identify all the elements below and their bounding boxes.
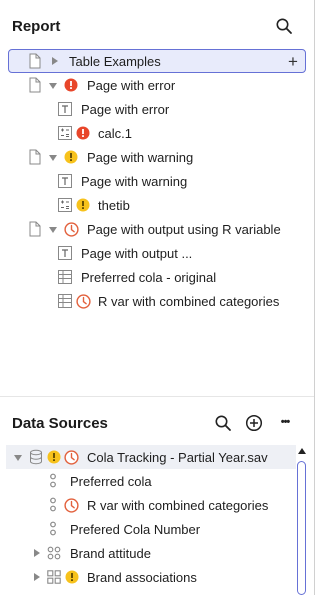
panel-right-border	[314, 0, 315, 595]
nominal-variable-icon	[49, 521, 57, 537]
tree-item-label: calc.1	[98, 125, 132, 141]
r-variable-clock-icon	[64, 498, 79, 513]
tree-item-label: thetib	[98, 197, 130, 213]
tree-item-label: Brand associations	[87, 569, 197, 585]
error-icon	[76, 126, 90, 140]
report-title: Report	[12, 17, 61, 35]
tree-item-label: Prefered Cola Number	[70, 521, 201, 537]
add-data-source-icon[interactable]	[243, 412, 265, 434]
tree-item-table[interactable]: Preferred cola - original	[0, 265, 315, 289]
tree-item-label: Table Examples	[69, 53, 161, 69]
variable-prefered-cola-number[interactable]: Prefered Cola Number	[0, 517, 315, 541]
tree-item-label: Page with warning	[81, 173, 188, 189]
calculation-icon	[58, 126, 72, 140]
tree-item-label: R var with combined categories	[98, 293, 280, 309]
tree-item-label: Brand attitude	[70, 545, 151, 561]
calculation-icon	[58, 198, 72, 212]
nominal-variable-icon	[49, 473, 57, 489]
r-variable-clock-icon	[64, 450, 79, 465]
search-icon[interactable]	[273, 15, 295, 37]
warning-icon	[76, 198, 90, 212]
more-options-icon[interactable]: •••	[274, 411, 296, 433]
page-icon	[28, 149, 42, 165]
collapse-arrow-icon[interactable]	[48, 82, 58, 90]
collapse-arrow-icon[interactable]	[48, 226, 58, 234]
table-icon	[58, 270, 72, 284]
tree-item-text[interactable]: Page with error	[0, 97, 315, 121]
tree-item-table-examples[interactable]: Table Examples +	[0, 49, 315, 73]
warning-icon	[65, 570, 79, 584]
tree-item-page-with-error[interactable]: Page with error	[0, 73, 315, 97]
error-icon	[64, 78, 78, 92]
tree-item-calc[interactable]: calc.1	[0, 121, 315, 145]
variable-r-var-combined[interactable]: R var with combined categories	[0, 493, 315, 517]
collapse-arrow-icon[interactable]	[13, 454, 23, 462]
tree-item-label: Page with output ...	[81, 245, 193, 261]
text-box-icon	[58, 102, 72, 116]
tree-item-label: Cola Tracking - Partial Year.sav	[87, 449, 268, 465]
expand-arrow-icon[interactable]	[51, 56, 59, 66]
tree-item-label: Page with error	[81, 101, 170, 117]
scroll-up-arrow-icon[interactable]	[298, 448, 306, 454]
table-icon	[58, 294, 72, 308]
text-box-icon	[58, 174, 72, 188]
variable-preferred-cola[interactable]: Preferred cola	[0, 469, 315, 493]
tree-item-label: Preferred cola - original	[81, 269, 217, 285]
data-file-cola-tracking[interactable]: Cola Tracking - Partial Year.sav	[0, 445, 315, 469]
page-icon	[28, 221, 42, 237]
page-icon	[28, 53, 42, 69]
warning-icon	[47, 450, 61, 464]
text-box-icon	[58, 246, 72, 260]
vertical-scrollbar-thumb[interactable]	[297, 461, 306, 595]
variable-set-icon	[47, 546, 61, 560]
add-page-button[interactable]: +	[288, 52, 298, 72]
r-variable-clock-icon	[76, 294, 91, 309]
grid-variable-set-icon	[47, 570, 61, 584]
tree-item-page-with-warning[interactable]: Page with warning	[0, 145, 315, 169]
tree-item-label: Page with warning	[87, 149, 194, 165]
tree-item-label: Page with error	[87, 77, 176, 93]
variable-set-brand-attitude[interactable]: Brand attitude	[0, 541, 315, 565]
data-sources-title: Data Sources	[12, 414, 108, 432]
variable-set-brand-associations[interactable]: Brand associations	[0, 565, 315, 589]
panel-divider	[0, 396, 315, 397]
search-icon[interactable]	[212, 412, 234, 434]
tree-item-page-with-output[interactable]: Page with output using R variable	[0, 217, 315, 241]
tree-item-label: Page with output using R variable	[87, 221, 281, 237]
tree-item-thetib[interactable]: thetib	[0, 193, 315, 217]
page-icon	[28, 77, 42, 93]
nominal-variable-icon	[49, 497, 57, 513]
warning-icon	[64, 150, 78, 164]
tree-item-table-r-var[interactable]: R var with combined categories	[0, 289, 315, 313]
collapse-arrow-icon[interactable]	[48, 154, 58, 162]
data-sources-header: Data Sources •••	[0, 405, 315, 441]
report-header: Report	[0, 8, 315, 44]
tree-item-text[interactable]: Page with warning	[0, 169, 315, 193]
expand-arrow-icon[interactable]	[33, 572, 41, 582]
tree-item-text[interactable]: Page with output ...	[0, 241, 315, 265]
r-variable-clock-icon	[64, 222, 79, 237]
database-icon	[29, 449, 43, 465]
tree-item-label: R var with combined categories	[87, 497, 269, 513]
tree-item-label: Preferred cola	[70, 473, 152, 489]
expand-arrow-icon[interactable]	[33, 548, 41, 558]
